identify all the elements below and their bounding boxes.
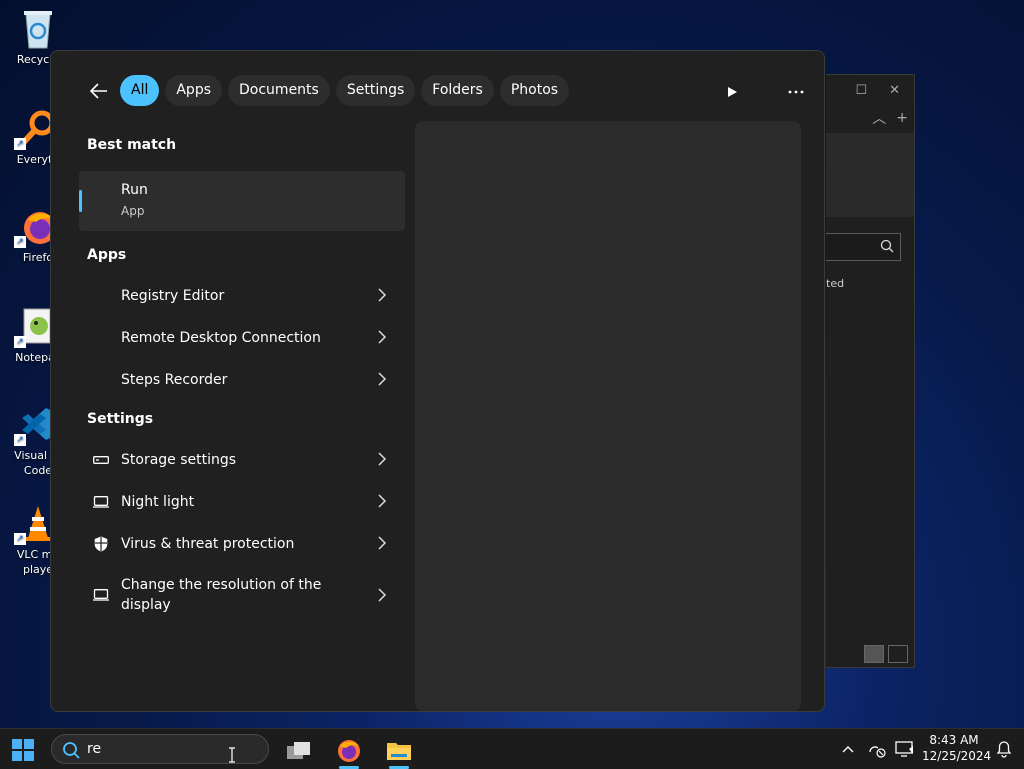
taskbar-app-file-explorer[interactable]	[379, 734, 419, 769]
task-view-icon	[287, 742, 310, 759]
setting-result-change-resolution[interactable]: Change the resolution of the display	[79, 565, 405, 625]
display-icon	[93, 494, 109, 510]
more-filters-play-button[interactable]	[719, 79, 745, 105]
taskbar: re 8:43 AM 12/25/2024	[0, 728, 1024, 769]
shortcut-arrow-icon: ↗	[14, 336, 26, 348]
filter-tab-photos[interactable]: Photos	[499, 75, 570, 106]
tiles-view-icon[interactable]	[888, 645, 908, 663]
taskbar-task-view[interactable]	[279, 734, 319, 768]
monitor-speaker-icon	[895, 741, 913, 757]
app-result-remote-desktop[interactable]: Remote Desktop Connection	[79, 317, 405, 359]
recycle-bin-icon	[18, 8, 58, 49]
search-icon	[63, 742, 80, 759]
panel-top-actions	[719, 79, 809, 105]
tray-volume-display[interactable]	[895, 739, 915, 759]
more-options-button[interactable]	[783, 79, 809, 105]
settings-heading: Settings	[87, 411, 154, 427]
ellipsis-icon	[788, 90, 804, 94]
chevron-right-icon	[378, 494, 387, 508]
shortcut-arrow-icon: ↗	[14, 434, 26, 446]
result-preview-pane	[415, 121, 801, 711]
chevron-right-icon	[378, 372, 387, 386]
file-explorer-folder-icon	[387, 743, 411, 760]
window-title-bar: ☐ ✕	[826, 75, 914, 105]
result-label: Steps Recorder	[121, 372, 228, 388]
bell-icon	[996, 741, 1012, 758]
filter-tab-documents[interactable]: Documents	[228, 75, 330, 106]
text-cursor-ibeam-icon	[229, 747, 235, 763]
tray-network[interactable]	[868, 739, 886, 759]
result-label: Registry Editor	[121, 288, 225, 304]
app-result-registry-editor[interactable]: Registry Editor	[79, 275, 405, 317]
best-match-subtitle: App	[121, 204, 145, 218]
windows-logo-icon	[12, 739, 22, 749]
clock-date: 12/25/2024	[922, 749, 992, 763]
shortcut-arrow-icon: ↗	[14, 533, 26, 545]
window-tab-row: ︿ +	[826, 105, 914, 131]
result-label: Virus & threat protection	[121, 536, 295, 552]
setting-result-virus-protection[interactable]: Virus & threat protection	[79, 523, 405, 565]
explorer-search-box[interactable]	[826, 233, 901, 261]
result-label: Change the resolution of the display	[121, 577, 322, 613]
new-tab-plus-icon[interactable]: +	[896, 110, 908, 126]
firefox-icon	[338, 740, 360, 762]
results-list: Best match Run App Apps Registry Editor …	[79, 123, 405, 625]
storage-icon	[93, 452, 109, 468]
result-label: Storage settings	[121, 452, 237, 468]
maximize-icon[interactable]: ☐	[855, 83, 867, 98]
chevron-right-icon	[378, 452, 387, 466]
taskbar-app-firefox[interactable]	[329, 734, 369, 769]
search-input-value[interactable]: re	[87, 741, 101, 757]
shortcut-arrow-icon: ↗	[14, 138, 26, 150]
filter-tab-all[interactable]: All	[120, 75, 160, 106]
result-label: Night light	[121, 494, 195, 510]
result-label: Remote Desktop Connection	[121, 330, 321, 346]
app-result-steps-recorder[interactable]: Steps Recorder	[79, 359, 405, 401]
best-match-heading: Best match	[87, 137, 177, 153]
explorer-partial-text: ted	[826, 277, 845, 290]
filter-tab-settings[interactable]: Settings	[335, 75, 416, 106]
best-match-result-run[interactable]: Run App	[79, 171, 405, 231]
clock-time: 8:43 AM	[929, 733, 979, 747]
search-panel: All Apps Documents Settings Folders Phot…	[50, 50, 825, 712]
shortcut-arrow-icon: ↗	[14, 236, 26, 248]
setting-result-night-light[interactable]: Night light	[79, 481, 405, 523]
chevron-up-icon[interactable]: ︿	[872, 108, 886, 128]
apps-heading: Apps	[87, 247, 127, 263]
chevron-right-icon	[378, 288, 387, 302]
setting-result-storage[interactable]: Storage settings	[79, 439, 405, 481]
details-view-icon[interactable]	[864, 645, 884, 663]
shield-icon	[93, 536, 109, 552]
chevron-right-icon	[378, 588, 387, 602]
back-arrow-icon[interactable]	[87, 79, 111, 103]
best-match-title: Run	[121, 182, 148, 198]
tray-notifications[interactable]	[996, 739, 1012, 759]
view-toggle-buttons	[864, 645, 908, 663]
filter-tab-folders[interactable]: Folders	[421, 75, 494, 106]
play-icon	[728, 87, 737, 97]
display-icon	[93, 587, 109, 603]
chevron-right-icon	[378, 330, 387, 344]
taskbar-search-box[interactable]: re	[51, 734, 269, 764]
window-ribbon	[826, 133, 914, 217]
start-button[interactable]	[12, 739, 34, 761]
background-explorer-window[interactable]: ☐ ✕ ︿ + ted	[826, 74, 915, 668]
taskbar-clock[interactable]: 8:43 AM 12/25/2024	[922, 732, 992, 764]
chevron-right-icon	[378, 536, 387, 550]
chevron-up-icon	[842, 746, 854, 753]
filter-tab-apps[interactable]: Apps	[165, 75, 223, 106]
search-filter-tabs: All Apps Documents Settings Folders Phot…	[120, 75, 570, 106]
search-icon	[880, 239, 894, 253]
close-icon[interactable]: ✕	[889, 83, 900, 98]
network-disconnected-icon	[869, 746, 886, 758]
tray-show-hidden-icons[interactable]	[842, 739, 854, 759]
